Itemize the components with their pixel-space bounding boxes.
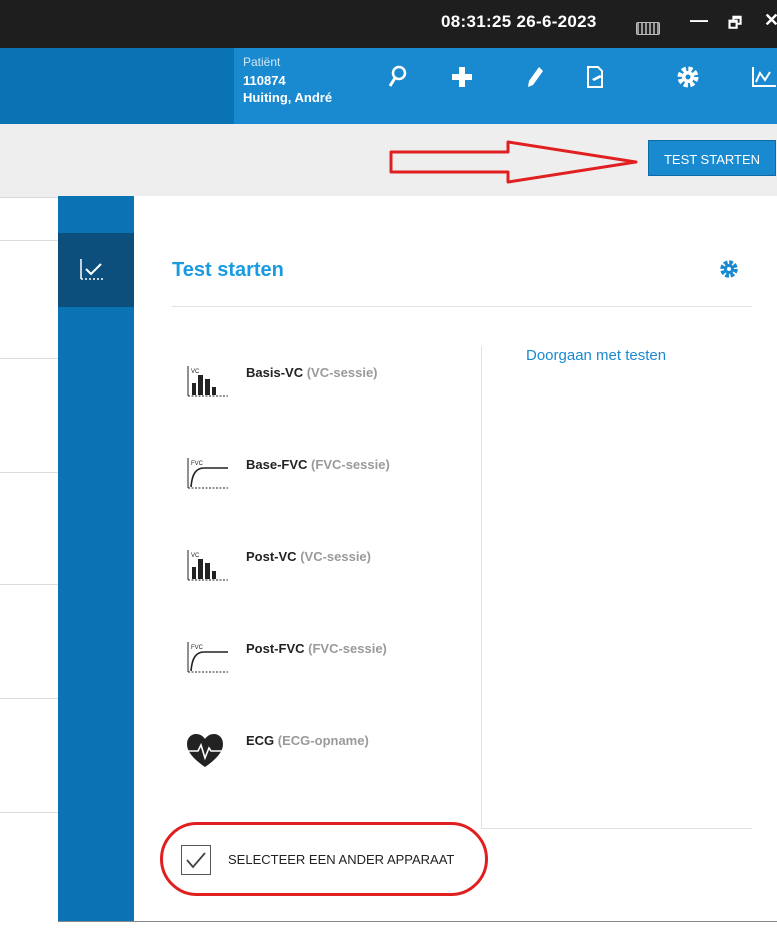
test-name: Base-FVC bbox=[246, 457, 308, 472]
test-item-post-fvc[interactable]: FVC Post-FVC (FVC-sessie) bbox=[186, 641, 456, 681]
test-name: Post-FVC bbox=[246, 641, 305, 656]
list-divider bbox=[0, 472, 58, 473]
patient-name: Huiting, André bbox=[243, 90, 333, 105]
checkmark-chart-icon bbox=[80, 259, 104, 280]
column-divider bbox=[481, 346, 482, 828]
annotation-oval bbox=[160, 822, 488, 896]
restore-button[interactable]: 🗗 bbox=[728, 13, 742, 38]
test-session: (FVC-sessie) bbox=[311, 457, 390, 472]
settings-gear-icon[interactable] bbox=[719, 259, 739, 284]
fvc-curve-icon: FVC bbox=[187, 458, 228, 489]
test-session: (VC-sessie) bbox=[306, 365, 378, 380]
divider bbox=[172, 306, 752, 307]
title-bar: 08:31:25 26-6-2023 — 🗗 ✕ bbox=[0, 0, 777, 48]
test-name: Basis-VC bbox=[246, 365, 304, 380]
plus-icon[interactable] bbox=[450, 64, 474, 95]
test-session: (FVC-sessie) bbox=[308, 641, 387, 656]
minimize-button[interactable]: — bbox=[690, 10, 708, 31]
sidebar-item-test-start[interactable] bbox=[58, 233, 134, 307]
svg-text:VC: VC bbox=[191, 553, 200, 559]
search-icon[interactable] bbox=[387, 64, 409, 95]
test-item-ecg[interactable]: ECG (ECG-opname) bbox=[186, 733, 456, 773]
list-divider bbox=[0, 358, 58, 359]
test-name: Post-VC bbox=[246, 549, 297, 564]
bottom-strip bbox=[0, 922, 777, 931]
gear-icon[interactable] bbox=[676, 64, 700, 95]
pen-icon[interactable] bbox=[525, 64, 545, 95]
svg-text:FVC: FVC bbox=[191, 645, 204, 651]
svg-text:FVC: FVC bbox=[191, 461, 204, 467]
keyboard-icon[interactable] bbox=[636, 22, 660, 35]
annotation-arrow-icon bbox=[389, 140, 638, 184]
test-item-post-vc[interactable]: VC Post-VC (VC-sessie) bbox=[186, 549, 456, 589]
patient-label: Patiënt bbox=[243, 55, 281, 69]
patient-id: 110874 bbox=[243, 73, 286, 88]
list-divider bbox=[0, 584, 58, 585]
document-edit-icon[interactable] bbox=[585, 64, 607, 95]
test-name: ECG bbox=[246, 733, 275, 748]
list-divider bbox=[0, 698, 58, 699]
divider bbox=[481, 828, 752, 829]
list-divider bbox=[0, 812, 58, 813]
vc-bar-chart-icon: VC bbox=[187, 550, 228, 581]
dialog-title: Test starten bbox=[172, 259, 284, 281]
test-session: (ECG-opname) bbox=[277, 733, 369, 748]
vc-bar-chart-icon: VC bbox=[187, 366, 228, 397]
continue-testing-link[interactable]: Doorgaan met testen bbox=[526, 347, 666, 364]
test-item-base-fvc[interactable]: FVC Base-FVC (FVC-sessie) bbox=[186, 457, 456, 497]
clock: 08:31:25 26-6-2023 bbox=[441, 12, 597, 31]
test-item-basis-vc[interactable]: VC Basis-VC (VC-sessie) bbox=[186, 365, 456, 405]
fvc-curve-icon: FVC bbox=[187, 642, 228, 673]
heart-ecg-icon bbox=[187, 734, 224, 767]
test-session: (VC-sessie) bbox=[300, 549, 371, 564]
test-starten-button[interactable]: TEST STARTEN bbox=[648, 140, 776, 176]
close-button[interactable]: ✕ bbox=[764, 10, 777, 31]
chart-icon[interactable] bbox=[750, 64, 777, 95]
list-divider bbox=[0, 240, 58, 241]
svg-text:VC: VC bbox=[191, 369, 200, 375]
